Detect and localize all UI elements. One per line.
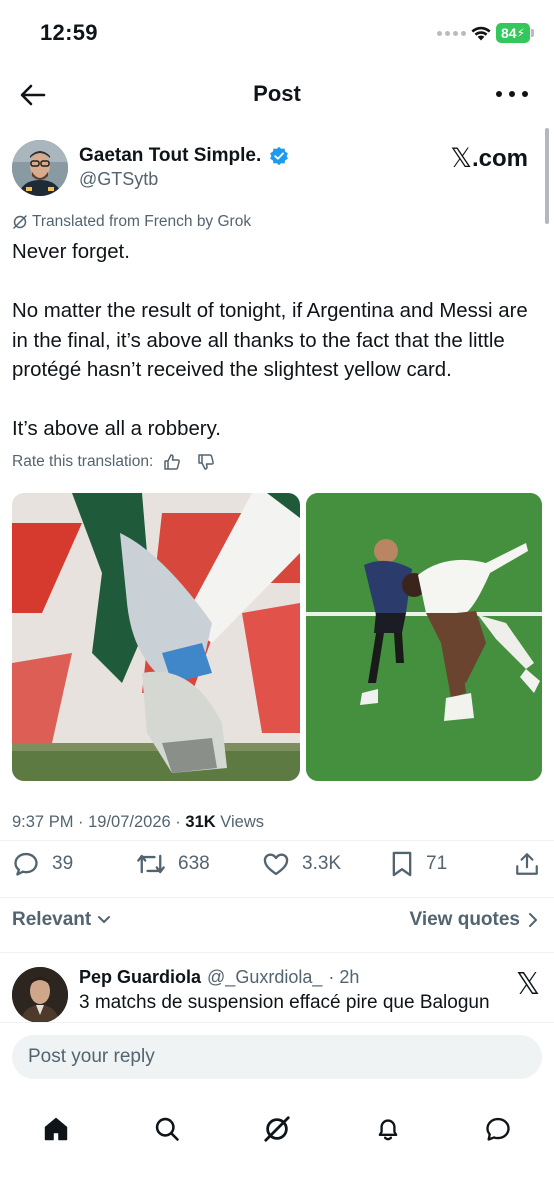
source-badge: 𝕏 .com — [450, 143, 528, 174]
like-count: 3.3K — [302, 853, 342, 874]
source-badge-text: .com — [471, 144, 528, 172]
grok-icon — [264, 1116, 290, 1142]
wifi-icon — [471, 26, 491, 41]
top-nav: Post — [0, 70, 554, 118]
charging-icon: ⚡ — [516, 26, 525, 40]
like-button[interactable]: 3.3K — [262, 850, 341, 878]
page-title: Post — [253, 81, 301, 106]
bookmark-button[interactable]: 71 — [390, 850, 447, 878]
verified-badge-icon — [270, 146, 289, 166]
repost-count: 638 — [178, 853, 210, 874]
reply-author-name[interactable]: Pep Guardiola — [79, 967, 201, 988]
x-logo-icon: 𝕏 — [515, 968, 540, 1001]
battery-level: 84 — [500, 25, 517, 41]
views-label[interactable]: Views — [220, 813, 264, 831]
thumbs-up-icon — [164, 454, 181, 470]
post-text: Never forget. No matter the result of to… — [12, 238, 542, 445]
battery-cap — [531, 29, 534, 37]
post-date: 19/07/2026 — [88, 813, 171, 831]
notifications-icon — [378, 1119, 398, 1141]
translation-note: Translated from French by Grok — [12, 213, 251, 231]
repost-icon — [137, 854, 165, 874]
rate-translation-label: Rate this translation: — [12, 453, 154, 470]
more-options-button[interactable] — [496, 82, 528, 106]
reply-count: 39 — [52, 853, 74, 874]
replies-header: Relevant View quotes — [0, 906, 554, 936]
reply-composer — [0, 1022, 554, 1092]
author-avatar[interactable] — [12, 140, 68, 196]
reply-header: Pep Guardiola @_Guxrdiola_ · 2h — [79, 967, 359, 988]
post-actions: 39 638 3.3K 71 — [0, 850, 554, 886]
reply-avatar[interactable] — [12, 967, 68, 1023]
bookmark-count: 71 — [426, 853, 448, 874]
post-image-1[interactable] — [12, 493, 300, 781]
tab-home[interactable] — [31, 1104, 81, 1154]
divider — [0, 840, 554, 841]
author-name[interactable]: Gaetan Tout Simple. — [79, 145, 261, 167]
search-icon — [155, 1117, 179, 1141]
rate-translation-row: Rate this translation: — [12, 453, 215, 471]
x-logo-icon: 𝕏 — [450, 143, 472, 173]
view-quotes-label: View quotes — [409, 909, 520, 930]
reply-input[interactable] — [12, 1035, 542, 1079]
tab-messages[interactable] — [473, 1104, 523, 1154]
post-paragraph: Never forget. — [12, 241, 130, 263]
battery-indicator: 84 ⚡ — [496, 23, 530, 43]
home-icon — [44, 1117, 68, 1141]
reply-author-handle[interactable]: @_Guxrdiola_ — [207, 967, 322, 988]
thumbs-down-icon — [198, 454, 215, 470]
heart-icon — [263, 853, 289, 876]
bookmark-icon — [392, 851, 412, 877]
post-image-2[interactable] — [306, 493, 542, 781]
reply-icon — [14, 852, 38, 876]
cellular-signal-icon — [437, 31, 466, 36]
post-paragraph: It’s above all a robbery. — [12, 418, 221, 440]
chevron-down-icon — [98, 916, 111, 923]
messages-icon — [486, 1117, 510, 1141]
sort-label: Relevant — [12, 909, 92, 930]
repost-button[interactable]: 638 — [136, 850, 210, 878]
bottom-tab-bar — [0, 1092, 554, 1200]
view-quotes-link[interactable]: View quotes — [409, 909, 538, 931]
author-handle[interactable]: @GTSytb — [79, 169, 158, 190]
divider — [0, 897, 554, 898]
tab-search[interactable] — [142, 1104, 192, 1154]
views-count: 31K — [185, 813, 216, 831]
scroll-indicator[interactable] — [545, 128, 549, 224]
thumbs-up-button[interactable] — [163, 453, 181, 471]
tab-grok[interactable] — [252, 1104, 302, 1154]
chevron-right-icon — [529, 913, 537, 927]
author-name-row: Gaetan Tout Simple. — [79, 145, 289, 167]
post-time: 9:37 PM — [12, 813, 74, 831]
grok-icon — [13, 215, 27, 229]
post-paragraph: No matter the result of tonight, if Arge… — [12, 300, 528, 381]
reply-button[interactable]: 39 — [12, 850, 73, 878]
divider — [0, 952, 554, 953]
reply-time: · 2h — [328, 967, 360, 987]
reply-text: 3 matchs de suspension effacé pire que B… — [79, 992, 490, 1013]
status-time: 12:59 — [40, 20, 98, 45]
translation-note-text: Translated from French by Grok — [32, 213, 252, 230]
post-timestamp: 9:37 PM · 19/07/2026 · 31K Views — [12, 813, 264, 831]
tab-notifications[interactable] — [363, 1104, 413, 1154]
thumbs-down-button[interactable] — [197, 453, 215, 471]
share-button[interactable] — [514, 850, 540, 878]
status-bar: 12:59 84 ⚡ — [0, 0, 554, 66]
share-icon — [516, 853, 538, 875]
sort-dropdown[interactable]: Relevant — [12, 909, 111, 931]
